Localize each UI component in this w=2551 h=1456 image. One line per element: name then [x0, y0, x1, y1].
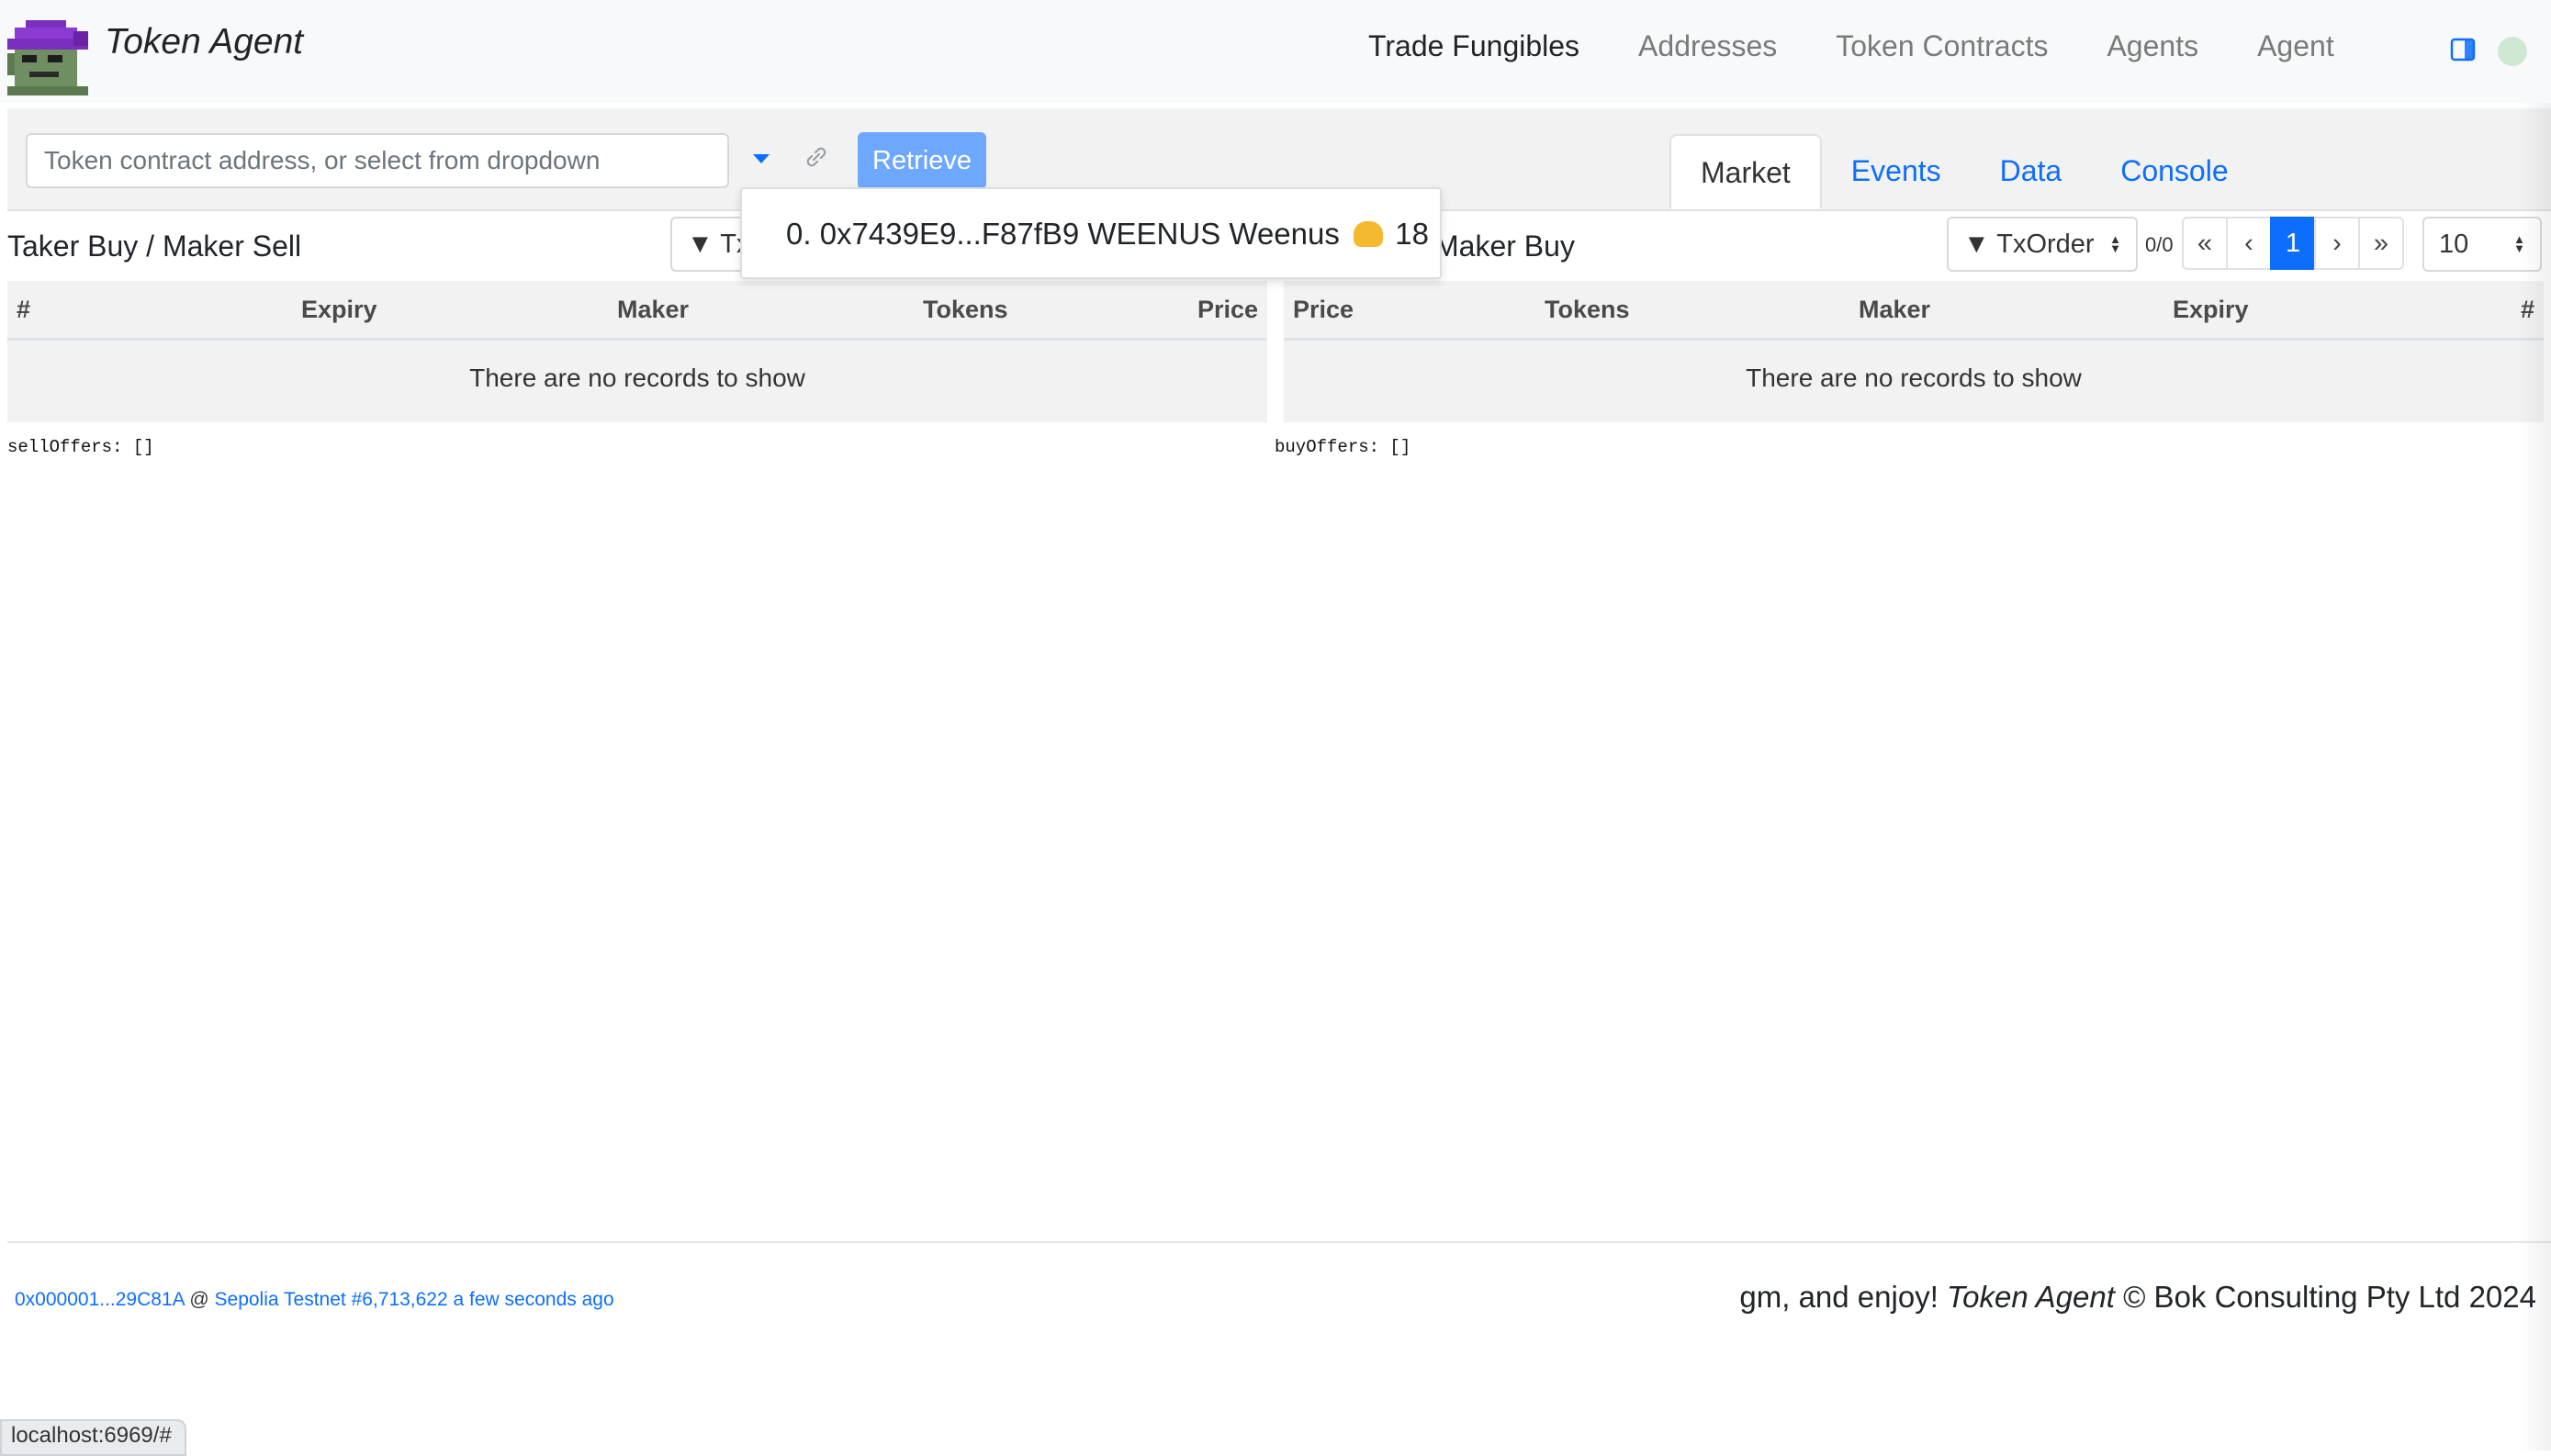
sell-col-expiry[interactable]: Expiry	[301, 296, 377, 324]
token-contract-input[interactable]	[26, 133, 729, 188]
buy-col-tokens[interactable]: Tokens	[1545, 296, 1630, 324]
connection-status-indicator	[2498, 37, 2527, 66]
sell-col-index[interactable]: #	[17, 296, 30, 324]
buy-filter-label: ▼ TxOrder	[1963, 230, 2095, 259]
footer-copyright: gm, and enjoy! Token Agent © Bok Consult…	[1739, 1280, 2536, 1315]
dropdown-caret-icon[interactable]	[753, 154, 770, 163]
retrieve-button[interactable]: Retrieve	[858, 132, 986, 189]
nav-agent[interactable]: Agent	[2257, 29, 2334, 63]
buy-col-expiry[interactable]: Expiry	[2173, 296, 2249, 324]
buy-col-maker[interactable]: Maker	[1859, 296, 1930, 324]
tab-bar: Market Events Data Console	[1669, 134, 2258, 209]
page-prev-button[interactable]: ‹	[2226, 217, 2272, 270]
sell-col-price[interactable]: Price	[1197, 296, 1258, 324]
footer-brand: Token Agent	[1947, 1280, 2115, 1314]
pagination: « ‹ 1 › »	[2182, 217, 2404, 270]
buy-offers-debug: buyOffers: []	[1275, 437, 1411, 457]
sell-offers-table: # Expiry Maker Tokens Price There are no…	[7, 281, 1267, 422]
nav-token-contracts[interactable]: Token Contracts	[1836, 29, 2048, 63]
flexed-biceps-icon	[1354, 221, 1384, 247]
sell-offers-debug: sellOffers: []	[7, 437, 154, 457]
app-brand[interactable]: Token Agent	[105, 22, 303, 62]
buy-table-header: Price Tokens Maker Expiry #	[1284, 281, 2544, 341]
page-first-button[interactable]: «	[2182, 217, 2228, 270]
per-page-value: 10	[2439, 230, 2469, 259]
footer-copyright-text: © Bok Consulting Pty Ltd 2024	[2123, 1280, 2536, 1314]
sell-table-header: # Expiry Maker Tokens Price	[7, 281, 1267, 341]
tab-events[interactable]: Events	[1822, 134, 1971, 209]
buy-filter-select[interactable]: ▼ TxOrder ▲ ▼	[1947, 217, 2138, 272]
token-option[interactable]: 0. 0x7439E9...F87fB9 WEENUS Weenus 18	[786, 217, 1429, 252]
buy-panel-title: Maker Buy	[1434, 230, 1575, 263]
token-option-text: 0. 0x7439E9...F87fB9 WEENUS Weenus	[786, 217, 1340, 251]
browser-status-url: localhost:6969/#	[0, 1419, 186, 1456]
pixel-avatar-logo[interactable]	[7, 20, 94, 95]
sell-panel-title: Taker Buy / Maker Sell	[7, 230, 302, 263]
sidebar-toggle-icon[interactable]	[2450, 37, 2476, 62]
footer-account-info: 0x000001...29C81A @ Sepolia Testnet #6,7…	[15, 1289, 614, 1311]
nav-trade-fungibles[interactable]: Trade Fungibles	[1368, 29, 1579, 63]
buy-offers-table: Price Tokens Maker Expiry # There are no…	[1284, 281, 2544, 422]
footer-divider	[7, 1241, 2551, 1243]
sell-col-maker[interactable]: Maker	[617, 296, 689, 324]
main-nav: Trade Fungibles Addresses Token Contract…	[1368, 29, 2393, 63]
page-next-button[interactable]: ›	[2314, 217, 2360, 270]
scroll-edge-shadow	[2518, 103, 2551, 1450]
buy-empty-message: There are no records to show	[1746, 364, 2082, 392]
select-arrows-icon: ▲▼	[2109, 232, 2121, 255]
page-last-button[interactable]: »	[2358, 217, 2404, 270]
tab-console[interactable]: Console	[2091, 134, 2257, 209]
footer-network-link[interactable]: Sepolia Testnet #6,713,622 a few seconds…	[215, 1289, 614, 1310]
nav-addresses[interactable]: Addresses	[1638, 29, 1777, 63]
sell-empty-message: There are no records to show	[469, 364, 805, 392]
tab-data[interactable]: Data	[1971, 134, 2092, 209]
buy-col-price[interactable]: Price	[1293, 296, 1354, 324]
footer-greeting: gm, and enjoy!	[1739, 1280, 1939, 1314]
nav-agents[interactable]: Agents	[2107, 29, 2198, 63]
footer-separator: @	[189, 1289, 209, 1310]
tab-market[interactable]: Market	[1669, 134, 1822, 209]
token-option-decimals: 18	[1395, 217, 1429, 251]
token-dropdown-menu: 0. 0x7439E9...F87fB9 WEENUS Weenus 18	[740, 187, 1442, 279]
sell-col-tokens[interactable]: Tokens	[923, 296, 1008, 324]
record-count: 0/0	[2145, 233, 2174, 256]
link-icon[interactable]	[803, 143, 830, 171]
page-current-button[interactable]: 1	[2270, 217, 2316, 270]
footer-address-link[interactable]: 0x000001...29C81A	[15, 1289, 185, 1310]
